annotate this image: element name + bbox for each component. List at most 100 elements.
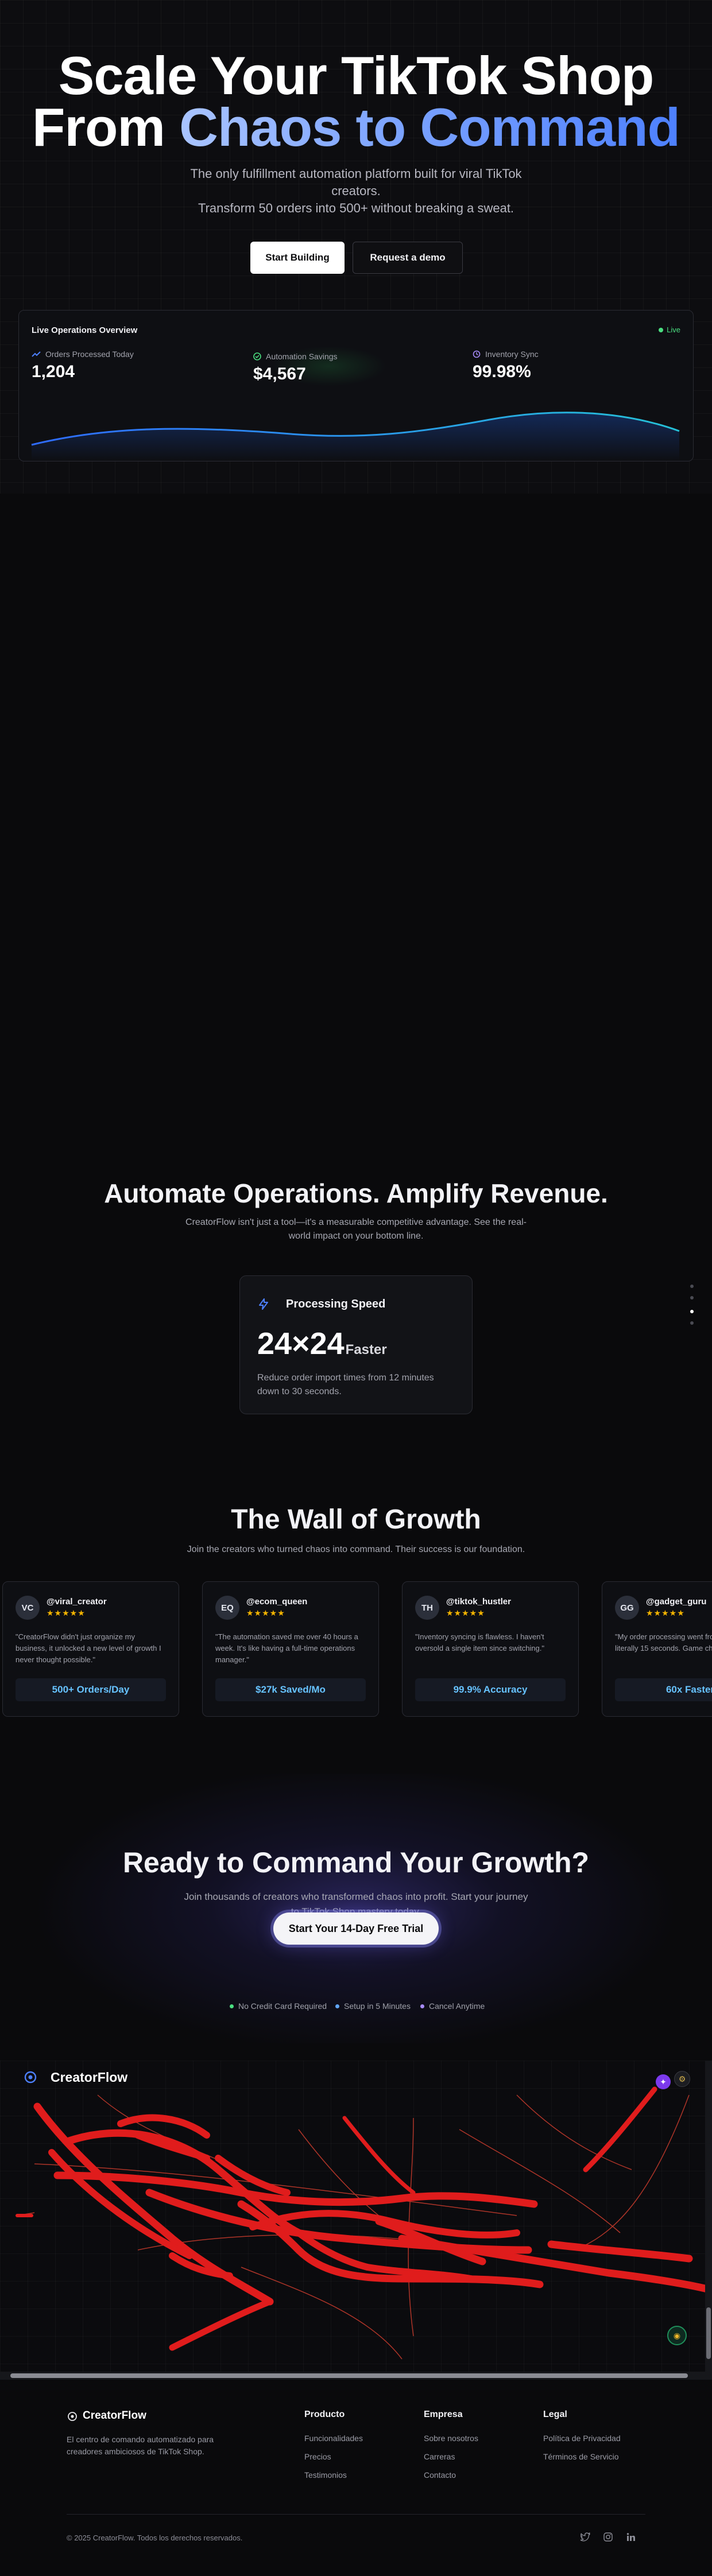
features-subtitle: CreatorFlow isn't just a tool—it's a mea… — [185, 1217, 527, 1241]
carousel-dot-3-active[interactable] — [690, 1310, 694, 1313]
trend-icon — [32, 351, 41, 357]
twitter-icon[interactable] — [580, 2532, 590, 2542]
live-indicator: Live — [659, 325, 680, 334]
start-free-trial-button[interactable]: Start Your 14-Day Free Trial — [273, 1912, 439, 1945]
footer-tagline: El centro de comando automatizado para c… — [67, 2435, 214, 2456]
carousel-dot-2[interactable] — [690, 1296, 694, 1299]
speed-card-description: Reduce order import times from 12 minute… — [257, 1373, 434, 1396]
testimonial-card: VC @viral_creator ★★★★★ "CreatorFlow did… — [2, 1581, 179, 1717]
speed-card-unit: Faster — [345, 1342, 387, 1357]
annotation-scribble — [16, 2086, 712, 2351]
perk-cancel: Cancel Anytime — [420, 2001, 485, 2011]
footer-link-about[interactable]: Sobre nosotros — [424, 2434, 478, 2443]
testimonial-card: TH @tiktok_hustler ★★★★★ "Inventory sync… — [402, 1581, 579, 1717]
footer-link-pricing[interactable]: Precios — [304, 2452, 331, 2461]
testimonial-quote: "Inventory syncing is flawless. I haven'… — [415, 1632, 544, 1652]
status-bot-icon[interactable]: ◉ — [667, 2326, 687, 2345]
perk-label: Setup in 5 Minutes — [344, 2001, 411, 2011]
hero-title-line-1: Scale Your TikTok Shop — [58, 45, 655, 106]
horizontal-scrollbar-thumb[interactable] — [10, 2373, 688, 2378]
footer-logo-icon — [68, 2412, 77, 2421]
testimonials-track[interactable]: VC @viral_creator ★★★★★ "CreatorFlow did… — [0, 1581, 712, 1719]
perk-dot-icon — [420, 2004, 424, 2008]
cta-title: Ready to Command Your Growth? — [122, 1846, 590, 1879]
perk-setup-time: Setup in 5 Minutes — [335, 2001, 411, 2011]
avatar: TH — [415, 1596, 439, 1620]
testimonial-handle: @tiktok_hustler — [446, 1597, 511, 1607]
metric-orders-label: Orders Processed Today — [32, 350, 134, 359]
footer-col-legal-title: Legal — [543, 2410, 567, 2419]
testimonial-stat: $27k Saved/Mo — [215, 1678, 366, 1701]
live-dot-icon — [659, 327, 664, 332]
rating-stars: ★★★★★ — [246, 1608, 285, 1617]
footer-link-contact[interactable]: Contacto — [424, 2470, 456, 2480]
testimonial-card: EQ @ecom_queen ★★★★★ "The automation sav… — [202, 1581, 379, 1717]
horizontal-scrollbar[interactable] — [0, 2372, 712, 2380]
hero-section: Scale Your TikTok Shop From Chaos to Com… — [0, 0, 712, 494]
start-building-button[interactable]: Start Building — [250, 242, 345, 274]
vertical-scrollbar-thumb[interactable] — [706, 2307, 711, 2359]
avatar: GG — [615, 1596, 639, 1620]
orders-sparkline — [31, 412, 680, 461]
testimonial-stat: 99.9% Accuracy — [415, 1678, 566, 1701]
linkedin-icon[interactable] — [626, 2532, 636, 2542]
features-title: Automate Operations. Amplify Revenue. — [104, 1178, 608, 1208]
testimonial-stat: 60x Faster — [615, 1678, 712, 1701]
testimonial-quote: "My order processing went from hours to … — [615, 1632, 712, 1652]
carousel-dot-1[interactable] — [690, 1285, 694, 1288]
metric-sync-text: Inventory Sync — [485, 350, 539, 359]
testimonials-title: The Wall of Growth — [231, 1504, 481, 1535]
footer-link-testimonials[interactable]: Testimonios — [304, 2470, 347, 2480]
speed-card-metric: 24×24 Faster — [257, 1325, 387, 1362]
testimonial-stat: 500+ Orders/Day — [16, 1678, 166, 1701]
live-label: Live — [667, 325, 680, 334]
footer-link-careers[interactable]: Carreras — [424, 2452, 455, 2461]
perk-label: Cancel Anytime — [429, 2001, 485, 2011]
metric-sync-value: 99.98% — [473, 362, 531, 381]
rating-stars: ★★★★★ — [446, 1608, 485, 1617]
check-circle-icon — [253, 352, 261, 360]
footer-divider — [67, 2514, 645, 2515]
testimonial-quote: "The automation saved me over 40 hours a… — [215, 1632, 358, 1664]
metric-sync-label: Inventory Sync — [473, 350, 539, 359]
footer-link-features[interactable]: Funcionalidades — [304, 2434, 363, 2443]
metric-orders-value: 1,204 — [32, 362, 75, 381]
testimonial-quote: "CreatorFlow didn't just organize my bus… — [16, 1632, 161, 1664]
footer-link-terms[interactable]: Términos de Servicio — [543, 2452, 619, 2461]
testimonial-handle: @ecom_queen — [246, 1597, 308, 1607]
perk-no-credit-card: No Credit Card Required — [230, 2001, 327, 2011]
metric-orders-text: Orders Processed Today — [45, 350, 134, 359]
sync-icon — [473, 350, 481, 358]
footer-brand: CreatorFlow — [83, 2410, 146, 2422]
request-demo-button[interactable]: Request a demo — [353, 242, 463, 274]
metric-savings-label: Automation Savings — [253, 352, 338, 361]
testimonials-subtitle: Join the creators who turned chaos into … — [187, 1545, 525, 1554]
perk-dot-icon — [230, 2004, 234, 2008]
metric-savings-text: Automation Savings — [266, 352, 338, 361]
perk-dot-icon — [335, 2004, 339, 2008]
speed-card-value: 24×24 — [257, 1326, 345, 1361]
testimonial-handle: @gadget_guru — [646, 1597, 707, 1607]
app-preview-canvas[interactable]: CreatorFlow ✦ ⚙ ◉ — [0, 2061, 712, 2380]
testimonial-card: GG @gadget_guru ★★★★★ "My order processi… — [602, 1581, 712, 1717]
hero-title-line-2: From Chaos to Command — [0, 99, 712, 156]
speed-card-title: Processing Speed — [286, 1298, 386, 1310]
footer-copyright: © 2025 CreatorFlow. Todos los derechos r… — [67, 2534, 243, 2542]
avatar: VC — [16, 1596, 40, 1620]
carousel-dot-4[interactable] — [690, 1321, 694, 1325]
footer-link-privacy[interactable]: Política de Privacidad — [543, 2434, 621, 2443]
ops-card-title: Live Operations Overview — [32, 325, 138, 335]
hero-subtitle-line-2: Transform 50 orders into 500+ without br… — [198, 201, 514, 215]
live-operations-card: Live Operations Overview Live Orders Pro… — [18, 310, 694, 461]
instagram-icon[interactable] — [603, 2532, 613, 2542]
rating-stars: ★★★★★ — [646, 1608, 685, 1617]
hero-subtitle-line-1: The only fulfillment automation platform… — [190, 166, 522, 198]
metric-savings-value: $4,567 — [253, 364, 306, 383]
testimonial-handle: @viral_creator — [47, 1597, 107, 1607]
bolt-icon — [259, 1298, 268, 1310]
avatar: EQ — [215, 1596, 239, 1620]
hero-title-highlight: Chaos to Command — [179, 97, 680, 157]
rating-stars: ★★★★★ — [47, 1608, 86, 1617]
footer-col-company-title: Empresa — [424, 2410, 463, 2419]
vertical-scrollbar[interactable] — [705, 2061, 712, 2373]
